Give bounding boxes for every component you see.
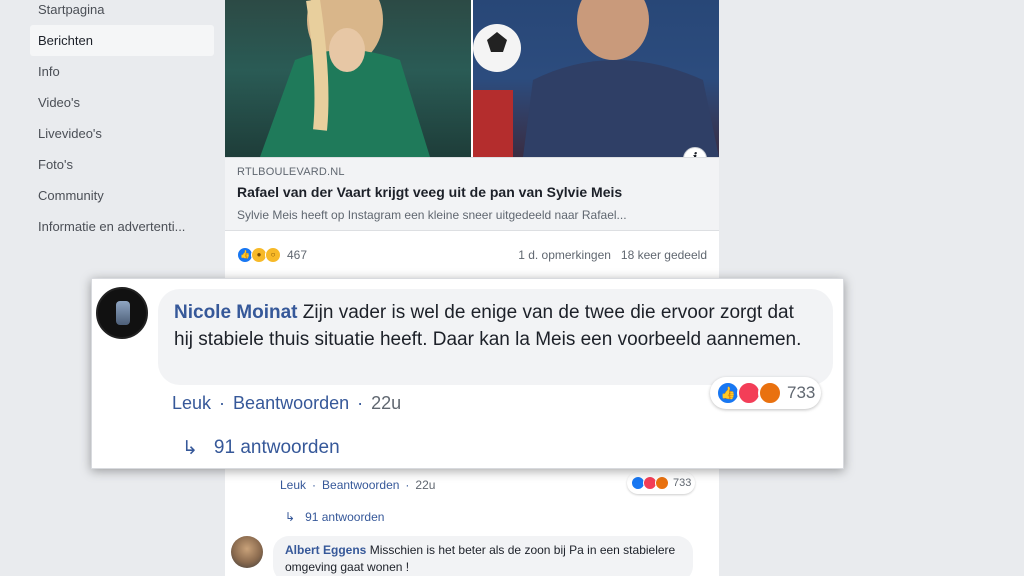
nav-item-berichten[interactable]: Berichten (30, 25, 214, 56)
replies-count: 91 antwoorden (213, 437, 340, 458)
comment-bubble: Albert Eggens Misschien is het beter als… (273, 536, 693, 576)
comment-reactions[interactable]: 👍 733 (710, 377, 822, 409)
comment-actions: Leuk · Beantwoorden · 22u (172, 393, 402, 414)
view-replies-link[interactable]: ↳ 91 antwoorden (285, 510, 384, 524)
nav-item-livevideos[interactable]: Livevideo's (30, 118, 214, 149)
shares-count[interactable]: 18 keer gedeeld (621, 248, 707, 262)
highlighted-comment: Nicole Moinat Zijn vader is wel de enige… (91, 278, 844, 469)
comment-reaction-count: 733 (673, 477, 692, 489)
replies-count: 91 antwoorden (305, 510, 385, 524)
avatar[interactable] (231, 536, 263, 568)
comment-time[interactable]: 22u (415, 478, 435, 492)
post-reactions[interactable]: 👍 ● ○ 467 (237, 247, 307, 263)
post-stats: 👍 ● ○ 467 1 d. opmerkingen 18 keer gedee… (225, 240, 719, 270)
reply-arrow-icon: ↳ (182, 437, 198, 459)
nav-item-fotos[interactable]: Foto's (30, 149, 214, 180)
wow-icon: ○ (265, 247, 281, 263)
link-preview-image[interactable] (225, 0, 719, 157)
nav-item-informatie[interactable]: Informatie en advertenti... (30, 211, 214, 242)
photo-woman (225, 0, 471, 157)
link-description: Sylvie Meis heeft op Instagram een klein… (237, 208, 627, 222)
avatar[interactable] (96, 287, 148, 339)
comment-reaction-count: 733 (787, 383, 816, 402)
nav-item-info[interactable]: Info (30, 56, 214, 87)
reply-arrow-icon: ↳ (285, 510, 296, 524)
comment-author[interactable]: Nicole Moinat (174, 302, 298, 323)
view-replies-link[interactable]: ↳ 91 antwoorden (182, 437, 340, 459)
comment-reactions[interactable]: 733 (627, 472, 696, 494)
angry-icon (758, 381, 782, 405)
nav-item-startpagina[interactable]: Startpagina (30, 0, 214, 25)
link-domain: RTLBOULEVARD.NL (237, 166, 345, 178)
comments-count[interactable]: 1 d. opmerkingen (518, 248, 611, 262)
link-title[interactable]: Rafael van der Vaart krijgt veeg uit de … (237, 184, 707, 200)
like-link[interactable]: Leuk (172, 393, 211, 414)
like-link[interactable]: Leuk (280, 478, 306, 492)
photo-man (473, 0, 719, 157)
comment-bubble: Nicole Moinat Zijn vader is wel de enige… (158, 289, 833, 385)
page-nav: Startpagina Berichten Info Video's Livev… (30, 0, 214, 242)
nav-item-community[interactable]: Community (30, 180, 214, 211)
comment: Albert Eggens Misschien is het beter als… (231, 536, 693, 576)
comment-actions: Leuk · Beantwoorden · 22u (280, 478, 436, 492)
reply-link[interactable]: Beantwoorden (322, 478, 399, 492)
comment-time[interactable]: 22u (371, 393, 401, 414)
comment-author[interactable]: Albert Eggens (285, 543, 366, 557)
link-preview[interactable]: RTLBOULEVARD.NL Rafael van der Vaart kri… (225, 157, 719, 231)
angry-icon (655, 476, 669, 490)
nav-item-videos[interactable]: Video's (30, 87, 214, 118)
reply-link[interactable]: Beantwoorden (233, 393, 349, 414)
reaction-count: 467 (287, 248, 308, 262)
